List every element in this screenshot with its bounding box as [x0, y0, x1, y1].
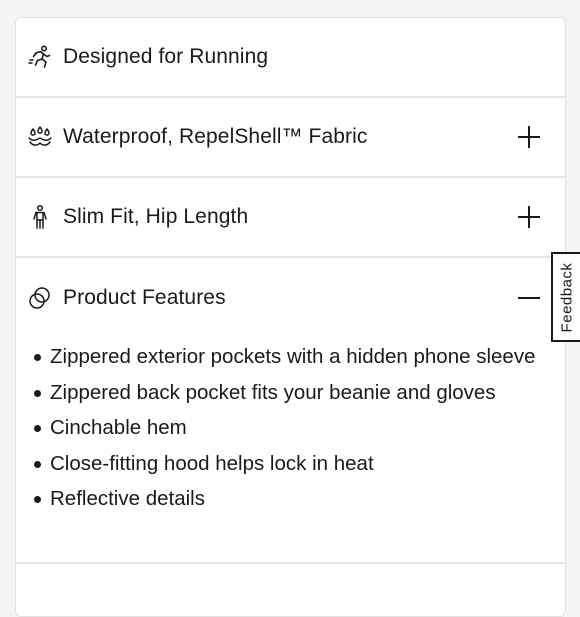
accordion-item-features[interactable]: Product Features: [16, 258, 565, 338]
list-item: Close-fitting hood helps lock in heat: [31, 449, 545, 479]
product-details-accordion: Designed for Running Waterproof, RepelSh…: [15, 17, 566, 617]
feedback-button[interactable]: Feedback: [551, 252, 580, 342]
features-list-panel: Zippered exterior pockets with a hidden …: [16, 338, 565, 564]
list-item: Zippered exterior pockets with a hidden …: [31, 342, 545, 372]
water-drops-icon: [27, 124, 53, 150]
feedback-label: Feedback: [558, 262, 575, 332]
features-list: Zippered exterior pockets with a hidden …: [31, 342, 545, 514]
list-item: Zippered back pocket fits your beanie an…: [31, 378, 545, 408]
accordion-item-running: Designed for Running: [16, 18, 565, 98]
person-fit-icon: [27, 204, 53, 230]
accordion-item-label: Product Features: [63, 286, 226, 309]
list-item: Reflective details: [31, 484, 545, 514]
accordion-item-label: Slim Fit, Hip Length: [63, 205, 249, 228]
minus-icon[interactable]: [517, 286, 541, 310]
list-item: Cinchable hem: [31, 413, 545, 443]
features-circles-icon: [27, 285, 53, 311]
accordion-item-label: Designed for Running: [63, 45, 269, 68]
accordion-item-fit[interactable]: Slim Fit, Hip Length: [16, 178, 565, 258]
running-person-icon: [27, 44, 53, 70]
plus-icon[interactable]: [517, 205, 541, 229]
accordion-item-waterproof[interactable]: Waterproof, RepelShell™ Fabric: [16, 98, 565, 178]
plus-icon[interactable]: [517, 125, 541, 149]
accordion-item-label: Waterproof, RepelShell™ Fabric: [63, 125, 368, 148]
